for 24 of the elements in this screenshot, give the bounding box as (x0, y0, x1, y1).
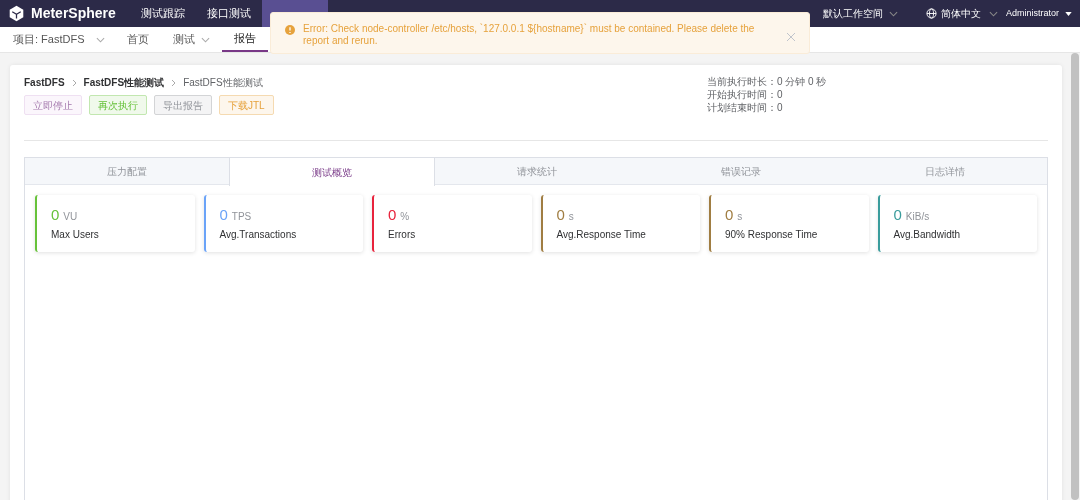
metric-value: 0 (893, 207, 902, 223)
breadcrumb-item: FastDFS性能测试 (183, 76, 263, 90)
metric-value: 0 (725, 207, 734, 223)
metric-label: 90% Response Time (725, 228, 819, 242)
metric-unit: s (737, 210, 743, 224)
error-message: Error: Check node-controller /etc/hosts, `127.0.0.1 ${hostname}` must be contained. Please delete the report and rerun. (303, 23, 756, 47)
metric-label: Avg.Transactions (219, 228, 298, 242)
metric-value: 0 (556, 207, 565, 223)
metric-unit: KiB/s (905, 210, 930, 224)
run-info-text: 计划结束时间：0 (707, 101, 784, 114)
metric-label: Errors (388, 228, 417, 242)
metric-value: 0 (51, 207, 60, 223)
metric-unit: TPS (231, 210, 252, 224)
metric-label: Max Users (51, 228, 100, 242)
metric-label: Avg.Bandwidth (893, 228, 962, 242)
metric-value: 0 (219, 207, 228, 223)
metric-unit: % (400, 210, 410, 224)
metric-value: 0 (388, 207, 397, 223)
app-logo-text: MeterSphere (31, 4, 116, 23)
metric-label: Avg.Response Time (556, 228, 647, 242)
run-info-text: 当前执行时长：0 分钟 0 秒 (707, 75, 827, 88)
run-info-text: 开始执行时间：0 (707, 88, 784, 101)
metric-unit: s (568, 210, 574, 224)
metric-unit: VU (63, 210, 78, 224)
